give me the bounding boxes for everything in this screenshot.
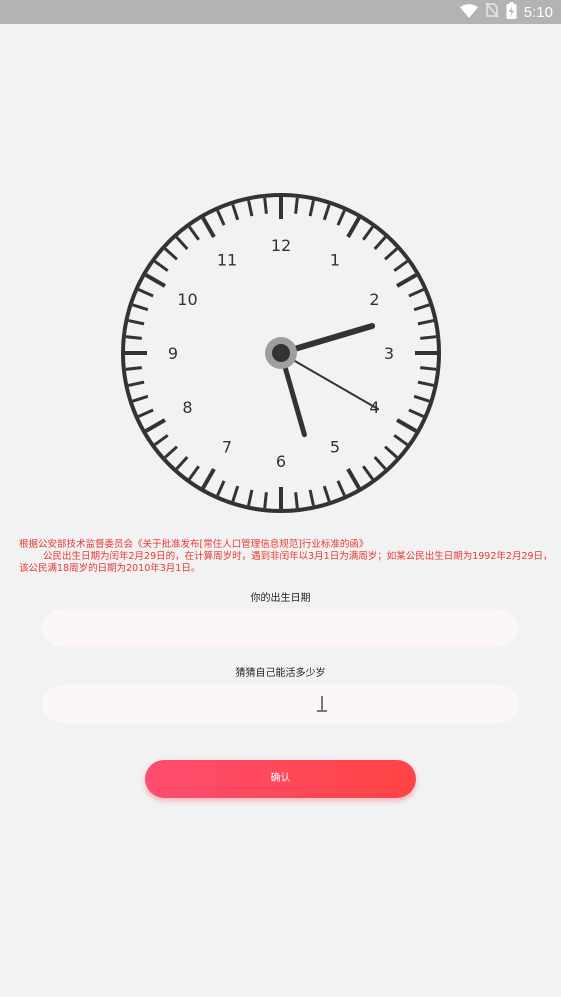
clock-minute-tick <box>216 480 226 497</box>
clock-minute-tick <box>420 366 437 371</box>
clock-numeral: 5 <box>330 438 340 457</box>
clock-minute-tick <box>417 319 434 326</box>
clock-hour-tick <box>396 418 418 433</box>
clock-minute-tick <box>188 465 200 481</box>
clock-hour-tick <box>144 418 166 433</box>
clock-minute-tick <box>231 204 240 221</box>
birth-date-label: 你的出生日期 <box>250 593 311 604</box>
clock-hour-tick <box>396 273 418 288</box>
clock-minute-tick <box>263 492 268 509</box>
clock-minute-tick <box>132 394 149 403</box>
lifespan-guess-input[interactable] <box>42 685 519 723</box>
notice-line-3: 该公民满18周岁的日期为2010年3月1日。 <box>19 563 201 574</box>
clock-numeral: 3 <box>384 344 394 363</box>
notice-line-1: 根据公安部技术监督委员会《关于批准发布[常住人口管理信息规范]行业标准的函》 <box>19 539 369 550</box>
clock-minute-tick <box>153 260 169 272</box>
clock-minute-tick <box>413 303 430 312</box>
status-time: 5:10 <box>523 3 553 21</box>
clock-minute-tick <box>393 260 409 272</box>
clock-minute-tick <box>125 335 142 340</box>
clock-minute-tick <box>413 394 430 403</box>
clock-minute-tick <box>417 380 434 387</box>
lifespan-guess-label: 猜猜自己能活多少岁 <box>235 668 326 679</box>
clock-minute-tick <box>308 489 315 506</box>
clock-minute-tick <box>164 445 178 459</box>
clock-numeral: 8 <box>182 398 192 417</box>
clock-minute-tick <box>373 456 387 470</box>
clock-hour-tick <box>346 216 361 238</box>
clock-minute-tick <box>175 236 189 250</box>
center-pin <box>272 344 290 362</box>
notice-line-2: 公民出生日期为闰年2月29日的，在计算周岁时，遇到非闰年以3月1日为满周岁；如某… <box>43 551 553 562</box>
clock-numeral: 2 <box>369 290 379 309</box>
clock-minute-tick <box>408 288 425 298</box>
clock-numeral: 9 <box>168 344 178 363</box>
clock-minute-tick <box>247 489 254 506</box>
clock-numeral: 1 <box>330 250 340 269</box>
clock-minute-tick <box>322 204 331 221</box>
clock-minute-tick <box>336 480 346 497</box>
leap-year-notice: 根据公安部技术监督委员会《关于批准发布[常住人口管理信息规范]行业标准的函》 公… <box>19 539 553 575</box>
clock-minute-tick <box>132 303 149 312</box>
clock-numeral: 12 <box>271 236 291 255</box>
clock-minute-tick <box>308 200 315 217</box>
wifi-icon <box>459 3 478 22</box>
clock-minute-tick <box>322 485 331 502</box>
clock-minute-tick <box>362 225 374 241</box>
clock-numeral: 11 <box>217 250 237 269</box>
status-bar: 5:10 <box>0 0 561 24</box>
clock-minute-tick <box>188 225 200 241</box>
clock-minute-tick <box>231 485 240 502</box>
confirm-button[interactable]: 确认 <box>145 760 416 798</box>
clock-minute-tick <box>247 200 254 217</box>
clock-hour-tick <box>201 468 216 490</box>
clock-numeral: 10 <box>177 290 197 309</box>
clock-minute-tick <box>216 209 226 226</box>
clock-minute-tick <box>294 197 299 214</box>
clock-hour-tick <box>346 468 361 490</box>
no-sim-icon <box>485 2 499 22</box>
clock-minute-tick <box>384 445 398 459</box>
clock-minute-tick <box>420 335 437 340</box>
clock-minute-tick <box>408 408 425 418</box>
clock-minute-tick <box>137 408 154 418</box>
clock-minute-tick <box>263 197 268 214</box>
clock-minute-tick <box>393 434 409 446</box>
clock-minute-tick <box>137 288 154 298</box>
clock-minute-tick <box>128 380 145 387</box>
clock-minute-tick <box>373 236 387 250</box>
clock-minute-tick <box>175 456 189 470</box>
clock-minute-tick <box>153 434 169 446</box>
clock-numeral: 6 <box>276 452 286 471</box>
clock-numeral: 7 <box>222 438 232 457</box>
clock-hour-tick <box>144 273 166 288</box>
clock-hour-tick <box>201 216 216 238</box>
status-icons: 5:10 <box>459 1 553 23</box>
analog-clock: 121234567891011 <box>120 192 442 514</box>
birth-date-field[interactable] <box>42 609 519 647</box>
clock-minute-tick <box>164 247 178 261</box>
clock-minute-tick <box>294 492 299 509</box>
clock-face: 121234567891011 <box>121 193 441 513</box>
clock-minute-tick <box>362 465 374 481</box>
clock-minute-tick <box>128 319 145 326</box>
clock-minute-tick <box>336 209 346 226</box>
clock-minute-tick <box>125 366 142 371</box>
clock-minute-tick <box>384 247 398 261</box>
text-cursor-icon <box>315 695 329 713</box>
battery-charging-icon <box>506 1 517 23</box>
